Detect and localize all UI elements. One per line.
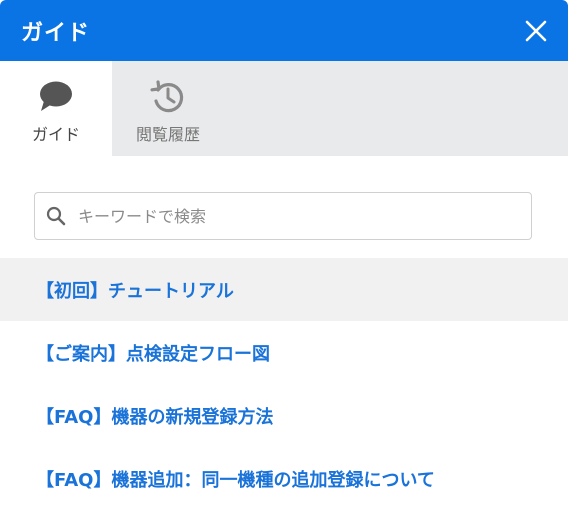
close-icon[interactable] <box>525 20 547 42</box>
list-item-inspection-flow[interactable]: 【ご案内】点検設定フロー図 <box>0 321 568 384</box>
search-icon <box>45 205 67 227</box>
close-button[interactable] <box>520 15 552 47</box>
chat-bubble-icon <box>38 79 74 115</box>
list-item-new-registration[interactable]: 【FAQ】機器の新規登録方法 <box>0 384 568 447</box>
panel-header: ガイド <box>0 0 568 61</box>
tab-history-label: 閲覧履歴 <box>135 125 200 144</box>
search-box[interactable] <box>34 192 532 240</box>
search-input[interactable] <box>76 205 531 227</box>
tab-bar: ガイド 閲覧履歴 <box>0 61 568 156</box>
search-area <box>0 156 568 240</box>
panel-title: ガイド <box>21 20 91 46</box>
tab-guide-label: ガイド <box>31 125 80 144</box>
article-list: 【初回】チュートリアル 【ご案内】点検設定フロー図 【FAQ】機器の新規登録方法… <box>0 258 568 505</box>
guide-panel: ガイド ガイド 閲覧履歴 キーワードで検索 【初回】チュートリアル 【ご案内】点… <box>0 0 568 505</box>
list-item-tutorial[interactable]: 【初回】チュートリアル <box>0 258 568 321</box>
tab-history[interactable]: 閲覧履歴 <box>112 61 224 156</box>
tab-guide[interactable]: ガイド <box>0 61 112 156</box>
list-item-additional-registration[interactable]: 【FAQ】機器追加：同一機種の追加登録について <box>0 447 568 505</box>
history-icon <box>150 79 186 115</box>
